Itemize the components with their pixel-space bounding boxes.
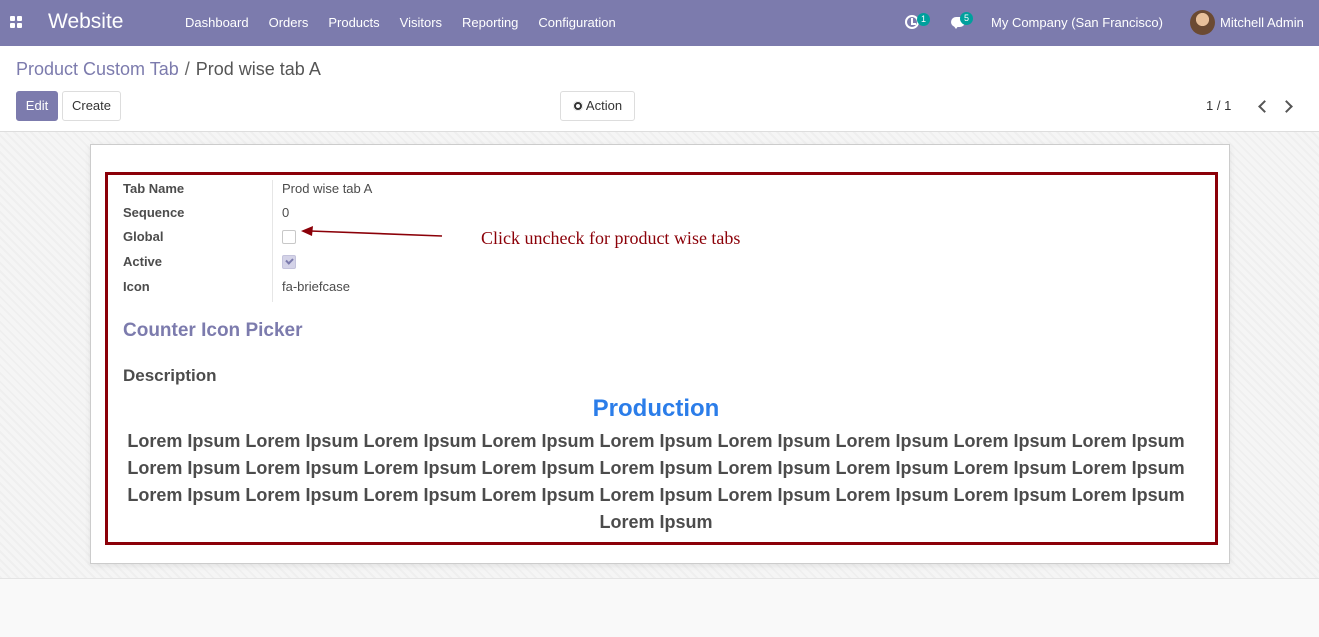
section-title: Counter Icon Picker bbox=[123, 320, 303, 341]
description-body: Lorem Ipsum Lorem Ipsum Lorem Ipsum Lore… bbox=[127, 431, 1185, 532]
tab-name-value: Prod wise tab A bbox=[282, 181, 373, 196]
breadcrumb-parent-link[interactable]: Product Custom Tab bbox=[16, 59, 179, 79]
action-label: Action bbox=[585, 98, 623, 113]
description-heading: Production bbox=[592, 395, 720, 422]
create-button[interactable]: Create bbox=[62, 91, 121, 121]
breadcrumb-current: Prod wise tab A bbox=[195, 59, 321, 79]
sequence-label: Sequence bbox=[123, 205, 185, 220]
breadcrumb-separator: / bbox=[184, 59, 190, 79]
gear-icon bbox=[572, 101, 583, 111]
activity-count-badge: 1 bbox=[917, 13, 930, 26]
form-sheet: Tab Name Prod wise tab A Sequence 0 Glob… bbox=[90, 144, 1230, 564]
global-checkbox[interactable] bbox=[282, 230, 296, 244]
description-label: Description bbox=[123, 366, 217, 385]
menu-item-dashboard[interactable]: Dashboard bbox=[175, 0, 259, 46]
breadcrumb: Product Custom Tab / Prod wise tab A bbox=[16, 59, 321, 80]
pager-value[interactable]: 1 / 1 bbox=[1206, 98, 1231, 113]
annotation-arrow bbox=[301, 226, 443, 237]
message-count-badge: 5 bbox=[960, 12, 973, 25]
menu-item-reporting[interactable]: Reporting bbox=[452, 0, 528, 46]
menu-item-configuration[interactable]: Configuration bbox=[528, 0, 625, 46]
tab-name-label: Tab Name bbox=[123, 181, 185, 196]
menu-item-orders[interactable]: Orders bbox=[259, 0, 319, 46]
user-menu[interactable]: Mitchell Admin bbox=[1220, 0, 1304, 46]
pager-previous-icon[interactable] bbox=[1255, 99, 1269, 113]
global-label: Global bbox=[123, 229, 164, 244]
top-navbar: Website Dashboard Orders Products Visito… bbox=[0, 0, 1319, 46]
form-view-background: Tab Name Prod wise tab A Sequence 0 Glob… bbox=[0, 132, 1319, 578]
apps-menu-icon[interactable] bbox=[10, 16, 23, 29]
menu-item-visitors[interactable]: Visitors bbox=[390, 0, 452, 46]
icon-label: Icon bbox=[123, 279, 150, 294]
annotation-text: Click uncheck for product wise tabs bbox=[481, 228, 741, 248]
app-brand[interactable]: Website bbox=[48, 10, 123, 34]
user-avatar[interactable] bbox=[1190, 10, 1215, 35]
field-separator-line bbox=[272, 180, 273, 302]
page-bottom-area bbox=[0, 578, 1319, 637]
icon-value: fa-briefcase bbox=[282, 279, 350, 294]
active-checkbox[interactable] bbox=[282, 255, 296, 269]
pager-next-icon[interactable] bbox=[1280, 99, 1294, 113]
company-switcher[interactable]: My Company (San Francisco) bbox=[991, 0, 1163, 46]
action-button[interactable]: Action bbox=[560, 91, 635, 121]
main-menu: Dashboard Orders Products Visitors Repor… bbox=[175, 0, 626, 46]
active-label: Active bbox=[123, 254, 163, 269]
menu-item-products[interactable]: Products bbox=[318, 0, 389, 46]
edit-button[interactable]: Edit bbox=[16, 91, 58, 121]
sequence-value: 0 bbox=[282, 205, 290, 220]
control-panel: Product Custom Tab / Prod wise tab A Edit … bbox=[0, 46, 1319, 132]
